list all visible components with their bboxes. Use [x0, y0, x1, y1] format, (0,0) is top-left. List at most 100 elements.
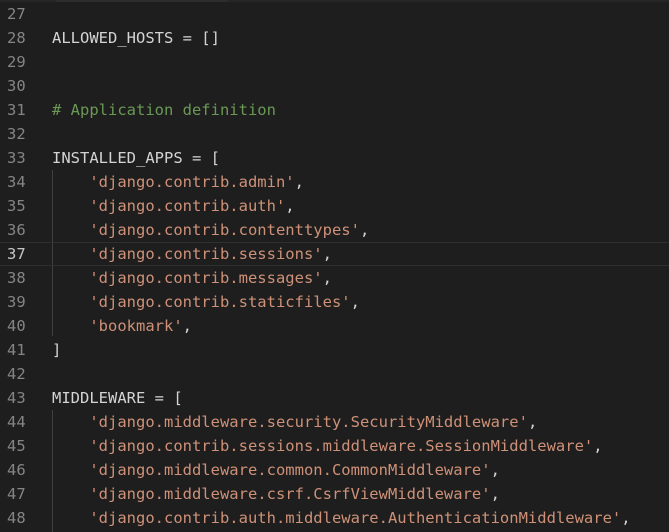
code-line[interactable]: 44 'django.middleware.security.SecurityM… [0, 410, 669, 434]
line-number: 29 [7, 53, 26, 71]
line-code: ALLOWED_HOSTS = [] [52, 26, 220, 50]
line-code: 'django.contrib.auth', [52, 194, 295, 218]
line-code: # Application definition [52, 98, 276, 122]
code-text: ] [52, 341, 62, 359]
line-code: 'django.contrib.messages', [52, 266, 332, 290]
line-number: 48 [7, 509, 26, 527]
code-text: , [359, 221, 370, 239]
code-text: , [285, 197, 295, 215]
line-code: 'django.contrib.auth.middleware.Authenti… [52, 506, 631, 530]
code-editor[interactable]: 27 28 ALLOWED_HOSTS = [] 29 30 31 # Applicatio… [0, 0, 669, 532]
code-text: , [621, 509, 631, 527]
line-number: 40 [7, 317, 26, 335]
code-text: INSTALLED_APPS = [ [52, 149, 220, 167]
code-line[interactable]: 39 'django.contrib.staticfiles', [0, 290, 669, 314]
code-text: , [182, 317, 192, 335]
string-literal: 'django.contrib.staticfiles' [89, 293, 351, 311]
line-number: 46 [7, 461, 26, 479]
line-code: 'django.contrib.admin', [52, 170, 304, 194]
code-line[interactable]: 36 'django.contrib.contenttypes', [0, 218, 669, 242]
code-line[interactable]: 32 [0, 122, 669, 146]
string-literal: 'django.contrib.messages' [89, 269, 323, 287]
code-line[interactable]: 34 'django.contrib.admin', [0, 170, 669, 194]
line-code: 'django.middleware.security.SecurityMidd… [52, 410, 537, 434]
line-number: 39 [7, 293, 26, 311]
code-line[interactable]: 31 # Application definition [0, 98, 669, 122]
code-text: ALLOWED_HOSTS = [] [52, 29, 220, 47]
line-code: MIDDLEWARE = [ [52, 386, 183, 410]
code-line[interactable]: 42 [0, 362, 669, 386]
code-line[interactable]: 43 MIDDLEWARE = [ [0, 386, 669, 410]
code-text: , [593, 437, 603, 455]
line-number: 42 [7, 365, 26, 383]
line-number: 36 [7, 221, 26, 239]
line-number: 45 [7, 437, 26, 455]
line-number: 28 [7, 29, 26, 47]
line-number: 30 [7, 77, 26, 95]
line-number: 43 [7, 389, 26, 407]
line-code: 'django.contrib.staticfiles', [52, 290, 360, 314]
code-line[interactable]: 28 ALLOWED_HOSTS = [] [0, 26, 669, 50]
line-number: 27 [7, 5, 26, 23]
line-number: 47 [7, 485, 26, 503]
string-literal: 'django.contrib.admin' [89, 173, 295, 191]
line-code: ] [52, 338, 61, 362]
code-line[interactable]: 38 'django.contrib.messages', [0, 266, 669, 290]
line-number: 44 [7, 413, 26, 431]
code-text: , [527, 413, 538, 431]
string-literal: 'django.middleware.security.SecurityMidd… [89, 413, 528, 431]
code-line[interactable]: 29 [0, 50, 669, 74]
code-text: , [490, 485, 500, 503]
code-line[interactable]: 33 INSTALLED_APPS = [ [0, 146, 669, 170]
string-literal: 'django.contrib.sessions' [89, 245, 323, 263]
code-text: , [322, 269, 332, 287]
code-line[interactable]: 46 'django.middleware.common.CommonMiddl… [0, 458, 669, 482]
code-line[interactable]: 45 'django.contrib.sessions.middleware.S… [0, 434, 669, 458]
line-code: 'bookmark', [52, 314, 192, 338]
code-line[interactable]: 27 [0, 2, 669, 26]
string-literal: 'django.contrib.auth.middleware.Authenti… [89, 509, 622, 527]
code-line-current[interactable]: 37 'django.contrib.sessions', [0, 242, 669, 266]
code-line[interactable]: 41] [0, 338, 669, 362]
string-literal: 'django.middleware.common.CommonMiddlewa… [89, 461, 491, 479]
line-number: 35 [7, 197, 26, 215]
code-line[interactable]: 30 [0, 74, 669, 98]
code-comment: # Application definition [52, 101, 276, 119]
line-number: 31 [7, 101, 26, 119]
string-literal: 'django.contrib.auth' [89, 197, 286, 215]
string-literal: 'bookmark' [89, 317, 183, 335]
line-number: 38 [7, 269, 26, 287]
code-text: , [350, 293, 360, 311]
line-number: 32 [7, 125, 26, 143]
line-number: 33 [7, 149, 26, 167]
code-line[interactable]: 48 'django.contrib.auth.middleware.Authe… [0, 506, 669, 530]
line-number: 34 [7, 173, 26, 191]
line-code: 'django.contrib.sessions', [52, 243, 332, 265]
code-text: , [294, 173, 304, 191]
code-text: , [322, 245, 332, 263]
line-code: 'django.contrib.contenttypes', [52, 218, 369, 242]
code-line[interactable]: 47 'django.middleware.csrf.CsrfViewMiddl… [0, 482, 669, 506]
string-literal: 'django.contrib.contenttypes' [89, 221, 360, 239]
line-code: INSTALLED_APPS = [ [52, 146, 220, 170]
line-number: 37 [7, 245, 26, 263]
code-text: MIDDLEWARE = [ [52, 389, 183, 407]
code-line[interactable]: 40 'bookmark', [0, 314, 669, 338]
code-line[interactable]: 35 'django.contrib.auth', [0, 194, 669, 218]
line-code: 'django.middleware.csrf.CsrfViewMiddlewa… [52, 482, 500, 506]
line-code: 'django.middleware.common.CommonMiddlewa… [52, 458, 500, 482]
line-number: 41 [7, 341, 26, 359]
line-code: 'django.contrib.sessions.middleware.Sess… [52, 434, 603, 458]
